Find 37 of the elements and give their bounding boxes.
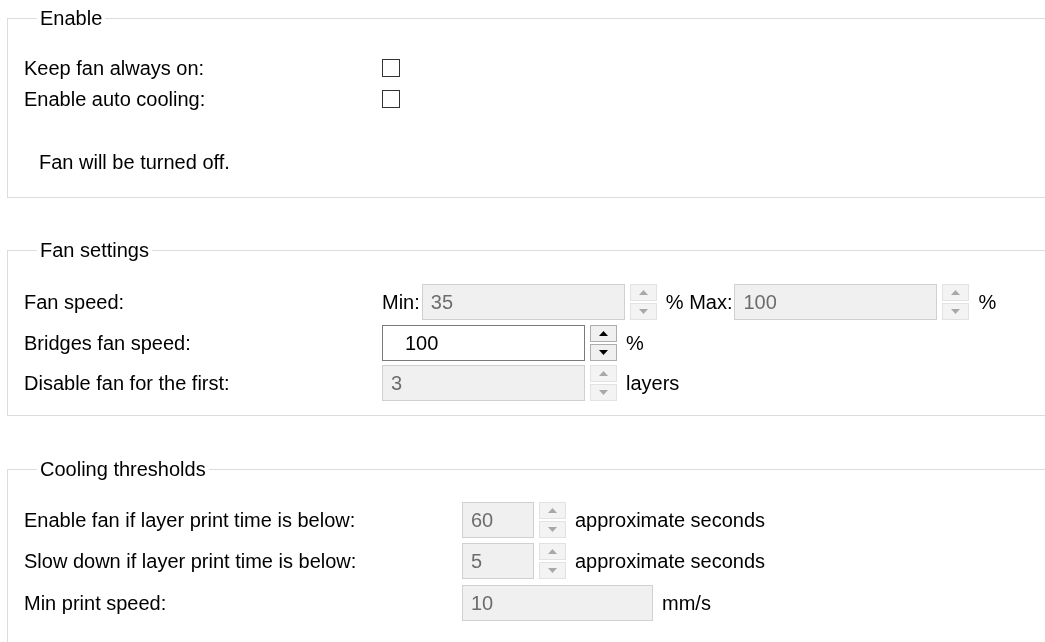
unit-label: mm/s — [662, 590, 711, 616]
down-arrow-icon — [599, 349, 608, 355]
down-arrow-icon — [548, 568, 557, 574]
number-field[interactable]: 100 — [382, 324, 585, 361]
checkbox[interactable] — [382, 89, 400, 108]
field-label: Disable fan for the first: — [24, 371, 231, 397]
down-arrow-icon — [548, 526, 557, 532]
up-arrow-icon — [599, 330, 608, 336]
unit-label: approximate seconds — [575, 549, 766, 575]
unit-label: layers — [626, 371, 680, 397]
checkbox[interactable] — [382, 58, 400, 77]
down-arrow-icon — [638, 309, 648, 315]
unit-label: % — [626, 330, 644, 356]
unit-label: % Max: — [665, 290, 733, 316]
unit-label: % — [978, 290, 997, 316]
field-label: Min print speed: — [24, 590, 168, 616]
unit-label: Min: — [382, 290, 420, 316]
up-arrow-icon — [638, 290, 648, 296]
down-arrow-icon — [951, 309, 961, 315]
spin-down-button[interactable] — [590, 343, 617, 361]
down-arrow-icon — [599, 390, 608, 396]
spin-up-button[interactable] — [590, 324, 617, 342]
status-message: Fan will be turned off. — [39, 150, 231, 175]
field-label: Enable auto cooling: — [24, 86, 207, 112]
up-arrow-icon — [548, 549, 557, 555]
up-arrow-icon — [599, 371, 608, 377]
up-arrow-icon — [548, 507, 557, 513]
field-label: Slow down if layer print time is below: — [24, 549, 358, 575]
up-arrow-icon — [951, 290, 961, 296]
field-label: Enable fan if layer print time is below: — [24, 507, 357, 533]
unit-label: approximate seconds — [575, 507, 766, 533]
field-label: Fan speed: — [24, 290, 126, 316]
group-title: Fan settings — [39, 238, 150, 262]
field-label: Bridges fan speed: — [24, 330, 192, 356]
field-label: Keep fan always on: — [24, 55, 206, 81]
group-title: Enable — [39, 6, 104, 30]
group-title: Cooling thresholds — [39, 457, 207, 481]
